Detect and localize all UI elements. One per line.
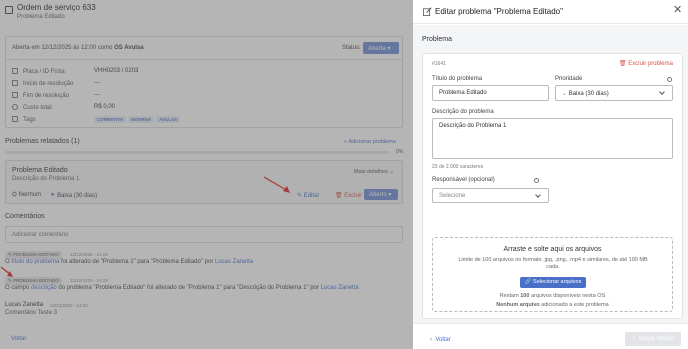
tags-list: CORRETIVA INTERNA AVULSA [94,116,182,123]
dropzone-description: Limite de 100 arquivos no formato .jpg, … [458,257,648,270]
plate-label: Placa / ID Frota [12,68,65,75]
cost-label: Custo total [12,104,52,111]
back-link[interactable]: Voltar [11,336,26,342]
priority-value: ⚑ Baixa (30 dias) [50,193,98,199]
pencil-icon: ✎ [297,193,303,199]
plate-value: VHH0203 / 0203 [94,68,139,74]
select-files-button[interactable]: 🔗 Selecionar arquivos [520,277,586,288]
dropzone-title: Arraste e solte aqui os arquivos [503,246,602,253]
order-info-card: Aberta em 12/12/2025 às 12:00 como OS Av… [5,36,403,128]
money-icon [12,104,18,110]
opened-text: Aberta em 12/12/2025 às 12:00 como OS Av… [12,45,144,51]
save-button[interactable]: ✓ Salvar edição [625,332,681,346]
page-subtitle: Problema Editado [17,14,65,20]
tag-badge: AVULSA [156,116,181,123]
trash-icon: 🗑 [619,61,627,67]
user-icon: ⛭ [12,192,17,198]
description-label: Descrição do problema [432,109,494,115]
end-label: Fim de resolução [12,92,69,99]
order-status-dropdown[interactable]: Aberta ▾ [363,42,399,54]
paperclip-icon: 🔗 [524,279,532,285]
delete-button[interactable]: 🗑 Excluir [335,192,362,199]
problem-description: Descrição do Problema 1 [12,176,80,182]
back-button[interactable]: ‹ Voltar [430,337,451,343]
page-title: Ordem de serviço 633 [17,3,96,12]
more-details-button[interactable]: Mais detalhes ⌄ [354,169,394,175]
close-icon[interactable]: ✕ [673,5,682,16]
trash-icon: 🗑 [335,193,343,199]
priority-label: Prioridade [555,76,583,82]
tag-badge: INTERNA [128,116,155,123]
priority-select[interactable]: ⌄ Baixa (30 dias) [555,85,673,101]
responsible-label: Responsável (opcional) [432,177,495,183]
tag-icon [12,116,18,122]
drawer-header: Editar problema "Problema Editado" ✕ [413,0,688,24]
no-files: Nenhum arquivo adicionado a este problem… [496,302,609,308]
title-label: Título do problema [432,76,483,82]
progress-bar [5,151,389,154]
info-icon [534,178,539,183]
comment-author: Lucas Zanetta [5,302,44,308]
event-badge: ✎ PROBLEMA EDITADO [5,251,62,259]
calendar-icon [12,80,18,86]
remaining-files: Restam 100 arquivos disponíveis nesta OS [499,293,606,299]
car-icon [12,68,18,74]
event-date: 12/12/2025 - 14:23 [70,278,108,283]
annotation-arrow-icon [263,176,290,193]
tags-label: Tags [12,116,36,123]
chevron-down-icon [659,89,665,95]
comment-text: Comentário Teste 3 [5,310,57,316]
problem-id: #1641 [432,61,446,67]
calendar-icon [12,92,18,98]
tag-badge: CORRETIVA [94,116,127,123]
drawer-footer: ‹ Voltar ✓ Salvar edição [413,323,688,349]
description-textarea[interactable]: Descrição do Problema 1 [432,118,673,159]
responsible-select[interactable]: Selecione [432,188,549,203]
drawer-title: Editar problema "Problema Editado" [435,7,563,16]
drawer-body: Problema #1641 🗑 Excluir problema Título… [413,25,688,323]
event-date: 12/12/2025 - 14:23 [70,252,108,257]
edit-icon [423,7,432,16]
problem-status-dropdown[interactable]: Aberto ▾ [364,189,398,200]
problem-card: Problema Editado Descrição do Problema 1… [5,160,403,204]
end-value: --- [94,92,100,98]
edit-button[interactable]: ✎ Editar [297,192,319,199]
service-order-page: Ordem de serviço 633 Problema Editado Ab… [0,0,413,349]
document-icon [5,6,13,14]
start-value: --- [94,80,100,86]
comment-input[interactable]: Adicionar comentário [5,226,403,243]
event-text: O campo descrição do problema "Problema … [5,285,359,291]
info-icon [667,77,672,82]
chevron-left-icon: ‹ [430,337,432,343]
check-icon: ✓ [631,336,637,342]
file-dropzone[interactable]: Arraste e solte aqui os arquivos Limite … [432,237,673,312]
problem-form-card: #1641 🗑 Excluir problema Título do probl… [422,53,683,319]
chevron-down-icon: ⌄ [562,91,568,97]
chevron-down-icon [535,192,541,198]
flag-icon: ⚑ [50,193,56,199]
comments-title: Comentários [5,213,45,220]
delete-problem-button[interactable]: 🗑 Excluir problema [619,60,673,67]
char-counter: 23 de 2.000 caracteres [432,164,484,170]
responsible-value: ⛭ Nenhum [12,192,42,198]
divider [6,59,402,60]
add-problem-button[interactable]: + Adicionar problema [344,139,396,145]
section-title: Problema [422,36,452,43]
edit-problem-drawer: Editar problema "Problema Editado" ✕ Pro… [413,0,688,349]
related-problems-title: Problemas relatados (1) [5,138,80,145]
progress-percent: 0% [396,149,404,155]
title-input[interactable]: Problema Editado [432,85,549,101]
event-badge: ✎ PROBLEMA EDITADO [5,277,62,285]
cost-value: R$ 0,00 [94,104,116,110]
problem-title: Problema Editado [12,167,68,174]
comment-date: 12/12/2025 - 14:23 [50,303,88,308]
status-label: Status: [342,45,361,51]
start-label: Início de resolução [12,80,73,87]
event-text: O título do problema foi alterado de "Pr… [5,259,254,265]
